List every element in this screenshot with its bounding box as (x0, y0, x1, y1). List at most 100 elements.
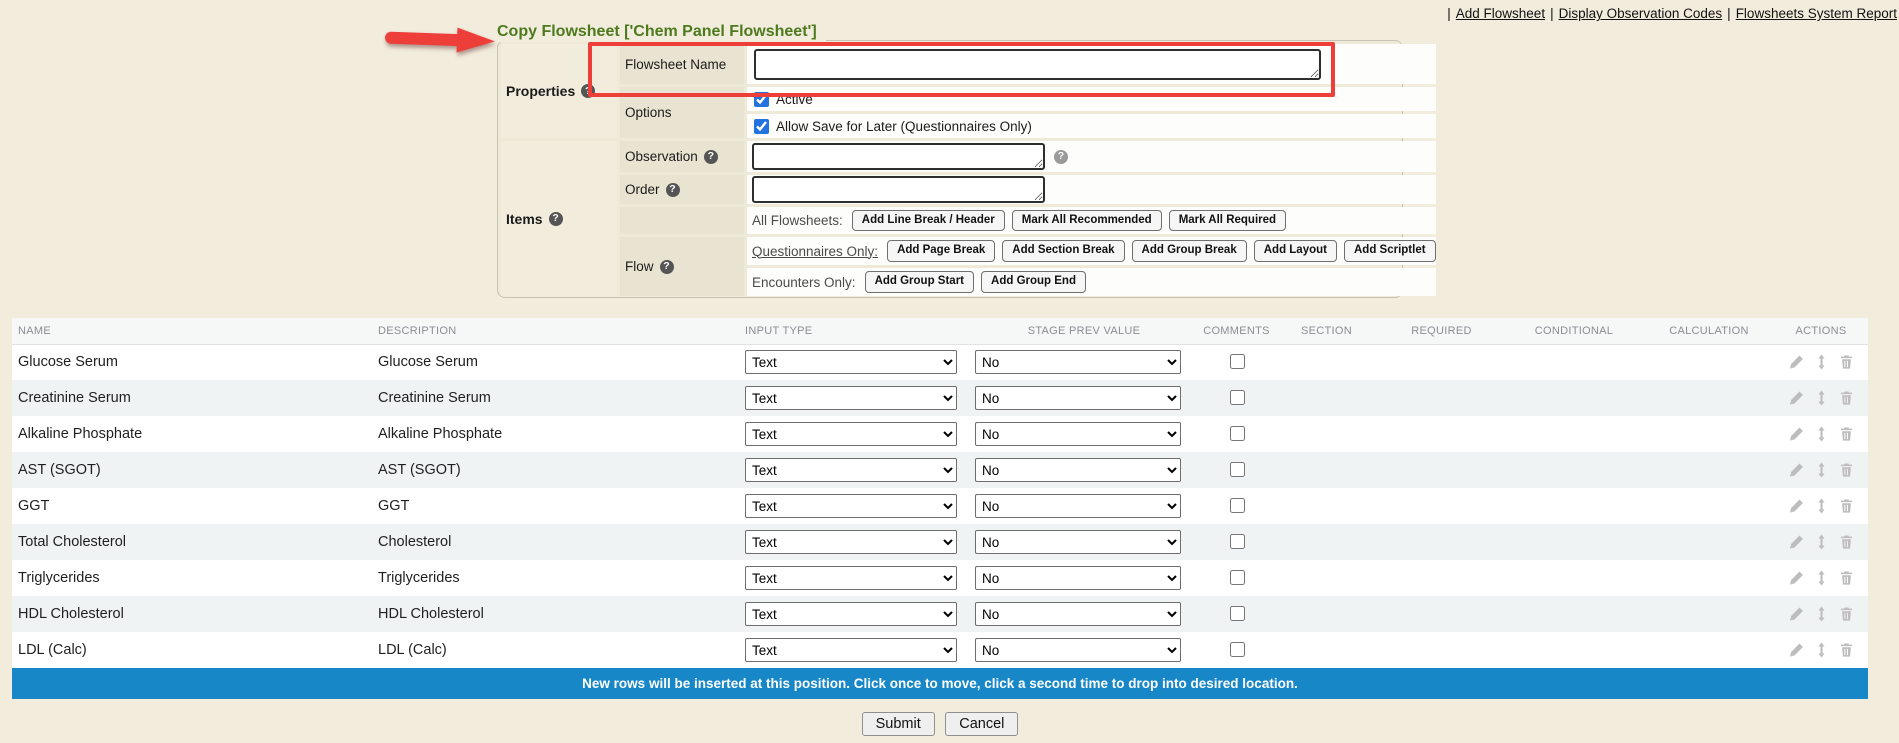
move-row-icon[interactable] (1814, 354, 1829, 370)
insert-position-bar[interactable]: New rows will be inserted at this positi… (12, 668, 1868, 699)
stage-prev-value-select[interactable]: No (975, 530, 1181, 554)
comments-checkbox[interactable] (1230, 642, 1245, 657)
input-type-select[interactable]: Text (745, 386, 957, 410)
item-description-cell: GGT (372, 488, 739, 524)
delete-trash-icon[interactable] (1839, 570, 1854, 586)
actions-cell (1774, 416, 1868, 452)
comments-checkbox[interactable] (1230, 606, 1245, 621)
edit-pencil-icon[interactable] (1789, 534, 1804, 550)
required-cell (1379, 488, 1504, 524)
comments-checkbox[interactable] (1230, 390, 1245, 405)
move-row-icon[interactable] (1814, 534, 1829, 550)
delete-trash-icon[interactable] (1839, 426, 1854, 442)
flowsheet-name-input[interactable] (754, 49, 1321, 80)
item-name-cell: GGT (12, 488, 372, 524)
stage-prev-value-select[interactable]: No (975, 494, 1181, 518)
form-action-button[interactable]: Mark All Required (1169, 210, 1286, 232)
help-icon[interactable]: ? (549, 212, 563, 226)
form-action-button[interactable]: Add Section Break (1002, 240, 1124, 262)
form-action-button[interactable]: Add Line Break / Header (852, 210, 1005, 232)
comments-checkbox[interactable] (1230, 498, 1245, 513)
edit-pencil-icon[interactable] (1789, 390, 1804, 406)
stage-prev-value-select[interactable]: No (975, 458, 1181, 482)
comments-checkbox[interactable] (1230, 426, 1245, 441)
form-action-button[interactable]: Mark All Recommended (1012, 210, 1162, 232)
edit-pencil-icon[interactable] (1789, 570, 1804, 586)
input-type-select[interactable]: Text (745, 422, 957, 446)
form-action-button[interactable]: Add Layout (1254, 240, 1337, 262)
delete-trash-icon[interactable] (1839, 498, 1854, 514)
delete-trash-icon[interactable] (1839, 462, 1854, 478)
edit-pencil-icon[interactable] (1789, 462, 1804, 478)
stage-prev-value-select[interactable]: No (975, 350, 1181, 374)
questionnaires-only-caption: Questionnaires Only: (752, 244, 878, 259)
help-icon[interactable]: ? (581, 84, 595, 98)
active-label: Active (776, 92, 813, 107)
comments-checkbox[interactable] (1230, 354, 1245, 369)
help-icon[interactable]: ? (666, 183, 680, 197)
help-icon[interactable]: ? (704, 150, 718, 164)
move-row-icon[interactable] (1814, 642, 1829, 658)
input-type-cell: Text (739, 524, 969, 560)
cancel-button[interactable]: Cancel (945, 712, 1018, 736)
input-type-select[interactable]: Text (745, 638, 957, 662)
edit-pencil-icon[interactable] (1789, 606, 1804, 622)
form-action-button[interactable]: Add Page Break (887, 240, 995, 262)
comments-checkbox[interactable] (1230, 570, 1245, 585)
calculation-cell (1644, 380, 1774, 416)
nav-link[interactable]: Flowsheets System Report (1736, 6, 1897, 21)
item-description-cell: LDL (Calc) (372, 632, 739, 668)
delete-trash-icon[interactable] (1839, 642, 1854, 658)
nav-link[interactable]: Add Flowsheet (1456, 6, 1545, 21)
stage-prev-value-cell: No (969, 416, 1199, 452)
move-row-icon[interactable] (1814, 570, 1829, 586)
edit-pencil-icon[interactable] (1789, 426, 1804, 442)
input-type-select[interactable]: Text (745, 530, 957, 554)
form-action-button[interactable]: Add Group End (981, 271, 1086, 293)
form-action-button[interactable]: Add Group Break (1132, 240, 1247, 262)
submit-button[interactable]: Submit (862, 712, 935, 736)
form-action-button[interactable]: Add Group Start (865, 271, 974, 293)
stage-prev-value-select[interactable]: No (975, 422, 1181, 446)
order-input[interactable] (752, 176, 1045, 203)
allow-save-option[interactable]: Allow Save for Later (Questionnaires Onl… (752, 119, 1032, 134)
input-type-cell: Text (739, 416, 969, 452)
comments-cell (1199, 416, 1274, 452)
stage-prev-value-select[interactable]: No (975, 602, 1181, 626)
stage-prev-value-select[interactable]: No (975, 638, 1181, 662)
help-icon[interactable]: ? (660, 260, 674, 274)
stage-prev-value-select[interactable]: No (975, 386, 1181, 410)
delete-trash-icon[interactable] (1839, 354, 1854, 370)
delete-trash-icon[interactable] (1839, 534, 1854, 550)
edit-pencil-icon[interactable] (1789, 642, 1804, 658)
move-row-icon[interactable] (1814, 426, 1829, 442)
move-row-icon[interactable] (1814, 498, 1829, 514)
calculation-cell (1644, 632, 1774, 668)
active-option[interactable]: Active (752, 92, 813, 107)
input-type-select[interactable]: Text (745, 494, 957, 518)
move-row-icon[interactable] (1814, 606, 1829, 622)
input-type-select[interactable]: Text (745, 602, 957, 626)
input-type-select[interactable]: Text (745, 350, 957, 374)
nav-link[interactable]: Display Observation Codes (1559, 6, 1723, 21)
properties-label-text: Properties (506, 83, 575, 99)
input-type-select[interactable]: Text (745, 458, 957, 482)
table-row: LDL (Calc) LDL (Calc) Text No (12, 632, 1868, 668)
link-separator: | (1727, 6, 1731, 21)
delete-trash-icon[interactable] (1839, 606, 1854, 622)
edit-pencil-icon[interactable] (1789, 498, 1804, 514)
form-action-button[interactable]: Add Scriptlet (1344, 240, 1436, 262)
edit-pencil-icon[interactable] (1789, 354, 1804, 370)
observation-input[interactable] (752, 143, 1045, 170)
move-row-icon[interactable] (1814, 390, 1829, 406)
help-icon[interactable]: ? (1054, 150, 1068, 164)
delete-trash-icon[interactable] (1839, 390, 1854, 406)
encounters-only-caption: Encounters Only: (752, 275, 856, 290)
input-type-select[interactable]: Text (745, 566, 957, 590)
allow-save-checkbox[interactable] (754, 119, 769, 134)
comments-checkbox[interactable] (1230, 462, 1245, 477)
active-checkbox[interactable] (754, 92, 769, 107)
stage-prev-value-select[interactable]: No (975, 566, 1181, 590)
comments-checkbox[interactable] (1230, 534, 1245, 549)
move-row-icon[interactable] (1814, 462, 1829, 478)
